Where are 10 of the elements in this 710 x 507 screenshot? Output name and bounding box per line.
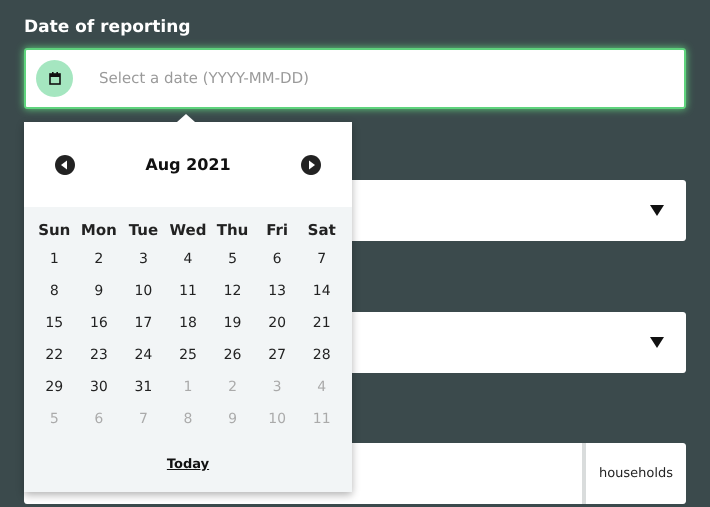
unit-label: households: [582, 443, 686, 504]
weekday-header: Fri: [265, 220, 290, 241]
month-title: Aug 2021: [145, 154, 231, 176]
weekday-header: Thu: [216, 220, 250, 241]
field-label: Date of reporting: [24, 16, 192, 39]
weekday-header: Tue: [128, 220, 160, 241]
weekday-header: Sun: [37, 220, 72, 241]
weekday-header: Sat: [306, 220, 337, 241]
weekday-header: Wed: [168, 220, 208, 241]
weekday-header: Mon: [80, 220, 118, 241]
